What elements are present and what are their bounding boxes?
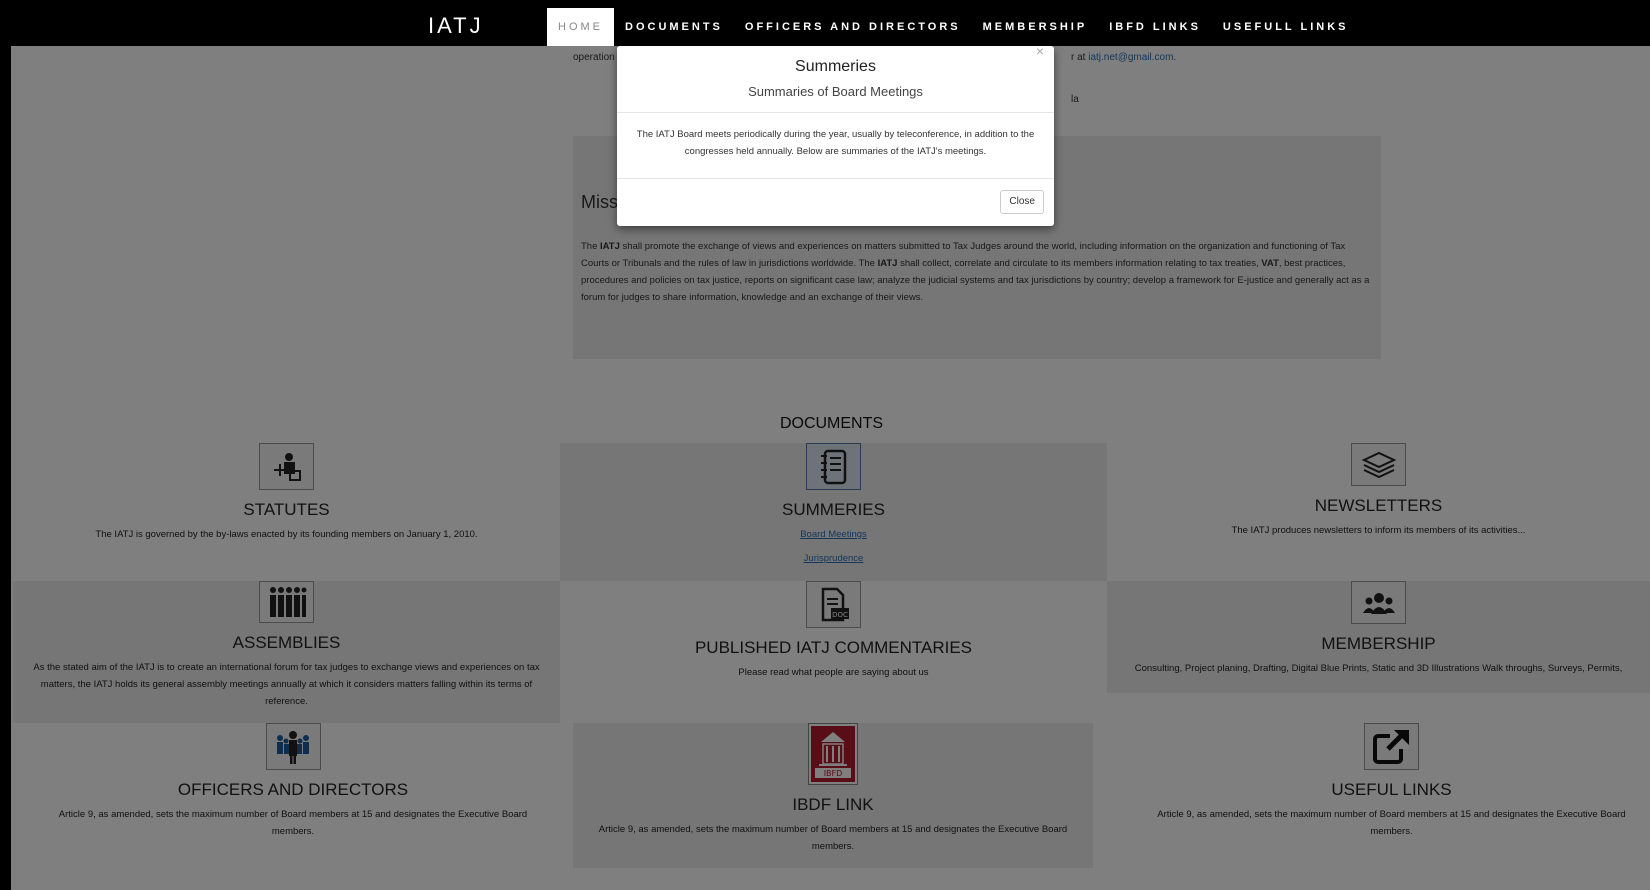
- nav-documents[interactable]: DOCUMENTS: [614, 8, 734, 46]
- modal-title: Summeries: [795, 58, 876, 75]
- nav-home[interactable]: HOME: [547, 8, 614, 46]
- nav-membership[interactable]: MEMBERSHIP: [972, 8, 1099, 46]
- modal-body: The IATJ Board meets periodically during…: [636, 129, 1035, 157]
- nav-officers-and-directors[interactable]: OFFICERS AND DIRECTORS: [734, 8, 972, 46]
- nav-usefull-links[interactable]: USEFULL LINKS: [1212, 8, 1360, 46]
- modal-subtitle: Summaries of Board Meetings: [748, 84, 923, 99]
- brand-logo[interactable]: IATJ: [428, 13, 484, 39]
- main-nav: HOME DOCUMENTS OFFICERS AND DIRECTORS ME…: [547, 8, 1360, 46]
- close-button[interactable]: Close: [1000, 190, 1044, 214]
- modal-divider-bottom: [617, 178, 1054, 179]
- top-navbar: IATJ HOME DOCUMENTS OFFICERS AND DIRECTO…: [0, 0, 1650, 46]
- modal-divider-top: [617, 112, 1054, 113]
- summeries-modal: × Summeries Summaries of Board Meetings …: [617, 43, 1054, 226]
- nav-ibfd-links[interactable]: IBFD LINKS: [1098, 8, 1212, 46]
